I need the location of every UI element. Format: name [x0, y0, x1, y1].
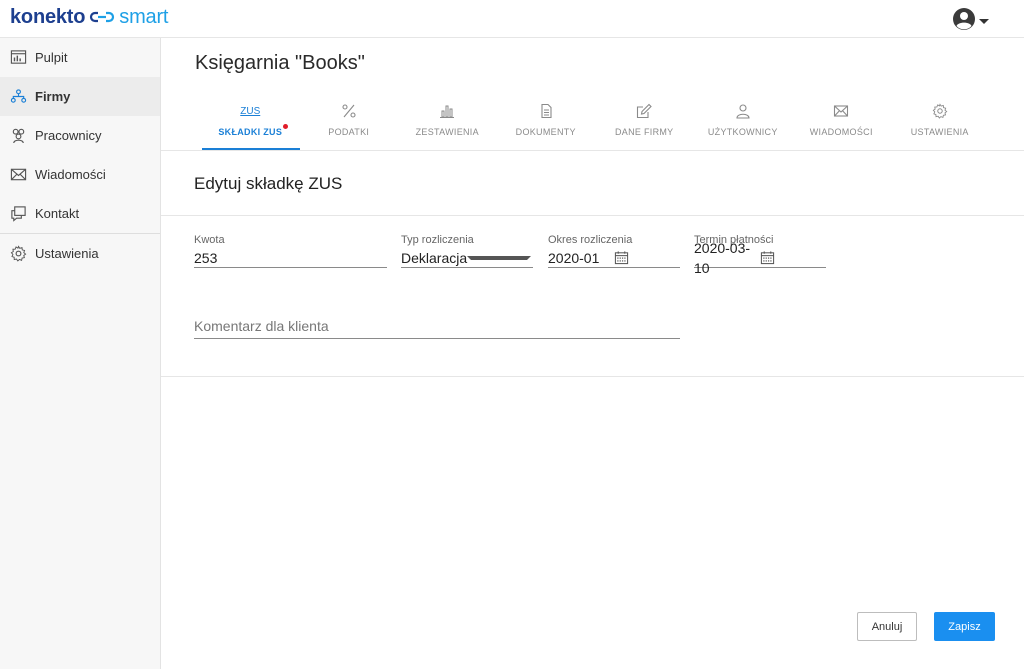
calendar-icon[interactable]	[760, 250, 826, 265]
chevron-down-icon	[467, 255, 531, 260]
tab-label: DANE FIRMY	[614, 127, 674, 137]
sidebar-item-label: Firmy	[35, 89, 71, 104]
app-logo[interactable]: konekto smart	[10, 6, 168, 29]
main-content: Księgarnia "Books" ZUS SKŁADKI ZUS PODAT…	[161, 38, 1024, 669]
logo-main-text: konekto	[10, 6, 86, 28]
section-divider	[161, 376, 1024, 377]
settlement-period-label: Okres rozliczenia	[548, 234, 633, 246]
amount-value: 253	[194, 249, 218, 266]
tab-dokumenty[interactable]: DOKUMENTY	[497, 100, 596, 150]
dashboard-icon	[10, 50, 27, 64]
calendar-icon[interactable]	[614, 250, 680, 265]
tab-ustawienia[interactable]: USTAWIENIA	[891, 100, 990, 150]
sidebar-item-firmy[interactable]: Firmy	[0, 77, 160, 116]
cancel-button[interactable]: Anuluj	[857, 612, 917, 641]
settlement-period-field[interactable]: Okres rozliczenia 2020-01	[548, 234, 680, 268]
sidebar-item-pracownicy[interactable]: Pracownicy	[0, 116, 160, 155]
save-button[interactable]: Zapisz	[934, 612, 995, 641]
tab-skladki-zus[interactable]: ZUS SKŁADKI ZUS	[201, 100, 300, 150]
tab-bar: ZUS SKŁADKI ZUS PODATKI ZESTAWIENIA DOKU…	[201, 100, 989, 150]
envelope-icon	[10, 168, 27, 181]
form-title: Edytuj składkę ZUS	[194, 174, 343, 193]
tab-zestawienia[interactable]: ZESTAWIENIA	[398, 100, 497, 150]
document-icon	[541, 103, 552, 119]
tab-label: PODATKI	[328, 127, 370, 137]
page-title: Księgarnia "Books"	[195, 52, 365, 74]
user-menu[interactable]	[952, 7, 989, 36]
payment-due-input[interactable]: 2020-03-10	[694, 240, 826, 276]
settlement-period-input[interactable]: 2020-01	[548, 248, 680, 268]
amount-label: Kwota	[194, 234, 225, 246]
sidebar-item-wiadomosci[interactable]: Wiadomości	[0, 155, 160, 194]
tab-label: ZESTAWIENIA	[415, 127, 479, 137]
payment-due-value: 2020-03-10	[694, 239, 751, 276]
amount-input[interactable]: 253	[194, 248, 387, 268]
logo-accent-text: smart	[119, 6, 169, 28]
tab-wiadomosci[interactable]: WIADOMOŚCI	[792, 100, 891, 150]
sidebar-item-label: Kontakt	[35, 206, 80, 221]
amount-field[interactable]: Kwota 253	[194, 234, 387, 268]
settlement-type-value: Deklaracja	[401, 249, 468, 266]
tab-podatki[interactable]: PODATKI	[300, 100, 399, 150]
tab-dane-firmy[interactable]: DANE FIRMY	[595, 100, 694, 150]
sidebar-item-pulpit[interactable]: Pulpit	[0, 38, 160, 77]
settlement-type-input[interactable]: Deklaracja	[401, 248, 533, 268]
user-avatar-icon	[952, 7, 976, 36]
tab-label: DOKUMENTY	[515, 127, 576, 137]
settlement-type-label: Typ rozliczenia	[401, 234, 474, 246]
sidebar: Pulpit Firmy Pracownicy Wiadomości Konta…	[0, 38, 161, 669]
tab-uzytkownicy[interactable]: UŻYTKOWNICY	[694, 100, 793, 150]
gear-icon	[10, 245, 27, 262]
tab-label: WIADOMOŚCI	[809, 127, 873, 137]
zus-icon: ZUS	[240, 105, 261, 117]
notification-dot	[282, 124, 288, 129]
bar-chart-icon	[440, 105, 455, 118]
settlement-type-select[interactable]: Typ rozliczenia Deklaracja	[401, 234, 533, 268]
gear-icon	[932, 103, 948, 119]
sidebar-item-ustawienia[interactable]: Ustawienia	[0, 234, 160, 273]
employees-icon	[12, 128, 25, 144]
top-bar: konekto smart	[0, 0, 1024, 38]
sidebar-item-label: Wiadomości	[35, 167, 106, 182]
section-divider	[161, 215, 1024, 216]
payment-due-field[interactable]: Termin płatności 2020-03-10	[694, 234, 826, 276]
link-icon	[89, 6, 115, 29]
tab-label: USTAWIENIA	[910, 127, 969, 137]
edit-icon	[637, 103, 653, 119]
sidebar-item-label: Pulpit	[35, 50, 68, 65]
settlement-period-value: 2020-01	[548, 249, 600, 266]
sidebar-item-kontakt[interactable]: Kontakt	[0, 194, 160, 233]
user-icon	[736, 104, 750, 119]
sidebar-item-label: Ustawienia	[35, 246, 99, 261]
companies-icon	[10, 89, 27, 103]
percent-icon	[342, 104, 356, 118]
tab-label: UŻYTKOWNICY	[707, 127, 778, 137]
chevron-down-icon	[979, 19, 989, 24]
sidebar-item-label: Pracownicy	[35, 128, 102, 143]
chat-icon	[11, 206, 26, 222]
envelope-icon	[834, 105, 849, 117]
tabs-divider	[161, 150, 1024, 151]
client-comment-input[interactable]: Komentarz dla klienta	[194, 316, 680, 339]
